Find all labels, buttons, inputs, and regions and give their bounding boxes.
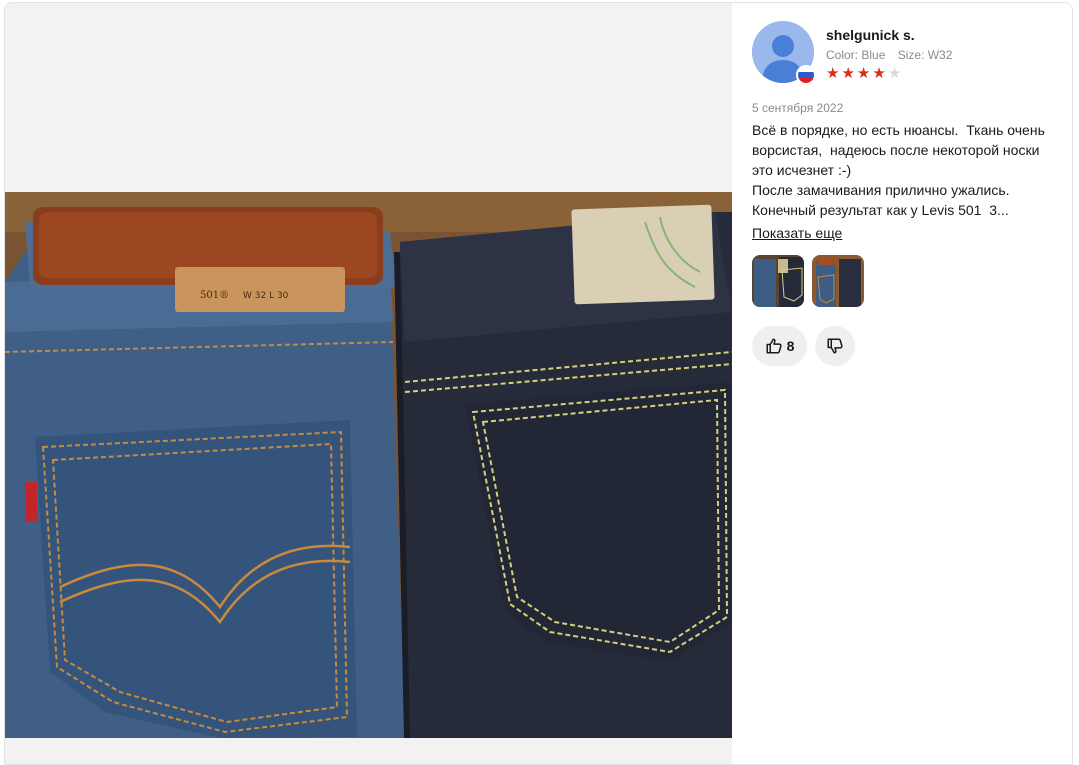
color-attribute: Color: Blue <box>826 48 886 62</box>
thumbs-down-icon <box>827 338 843 354</box>
star-filled-icon: ★ <box>841 65 855 82</box>
review-photo-thumbnails <box>752 255 864 307</box>
star-filled-icon: ★ <box>826 65 840 82</box>
review-details-panel: shelgunick s. Color: Blue Size: W32 ★ ★ ★ ★… <box>732 3 1072 764</box>
photo-thumbnail-2[interactable] <box>812 255 864 307</box>
star-filled-icon: ★ <box>856 65 871 82</box>
rating-stars: ★ ★ ★ ★ ★ <box>826 66 901 82</box>
photo-thumbnail-1[interactable] <box>752 255 804 307</box>
review-photo-modal: 501® W 32 L 30 shelgunick s. Color: Blue… <box>4 2 1073 765</box>
review-date: 5 сентября 2022 <box>752 101 844 115</box>
dislike-button[interactable] <box>815 326 855 366</box>
star-empty-icon: ★ <box>887 65 902 82</box>
review-text: Всё в порядке, но есть нюансы. Ткань оче… <box>752 122 1045 218</box>
review-votes: 8 <box>752 326 855 366</box>
like-button[interactable]: 8 <box>752 326 807 366</box>
show-more-link[interactable]: Показать еще <box>752 225 842 241</box>
thumbs-up-icon <box>766 338 782 354</box>
size-attribute: Size: W32 <box>897 48 953 62</box>
label-501-text: 501® <box>200 290 229 301</box>
like-count: 8 <box>786 338 795 354</box>
photo-viewer: 501® W 32 L 30 <box>5 3 732 764</box>
review-attributes: Color: Blue Size: W32 <box>826 48 952 62</box>
star-filled-icon: ★ <box>872 65 886 82</box>
russia-flag-icon <box>796 65 816 85</box>
main-review-photo: 501® W 32 L 30 <box>5 192 732 738</box>
label-size-text: W 32 L 30 <box>243 291 289 301</box>
author-name: shelgunick s. <box>826 27 915 43</box>
